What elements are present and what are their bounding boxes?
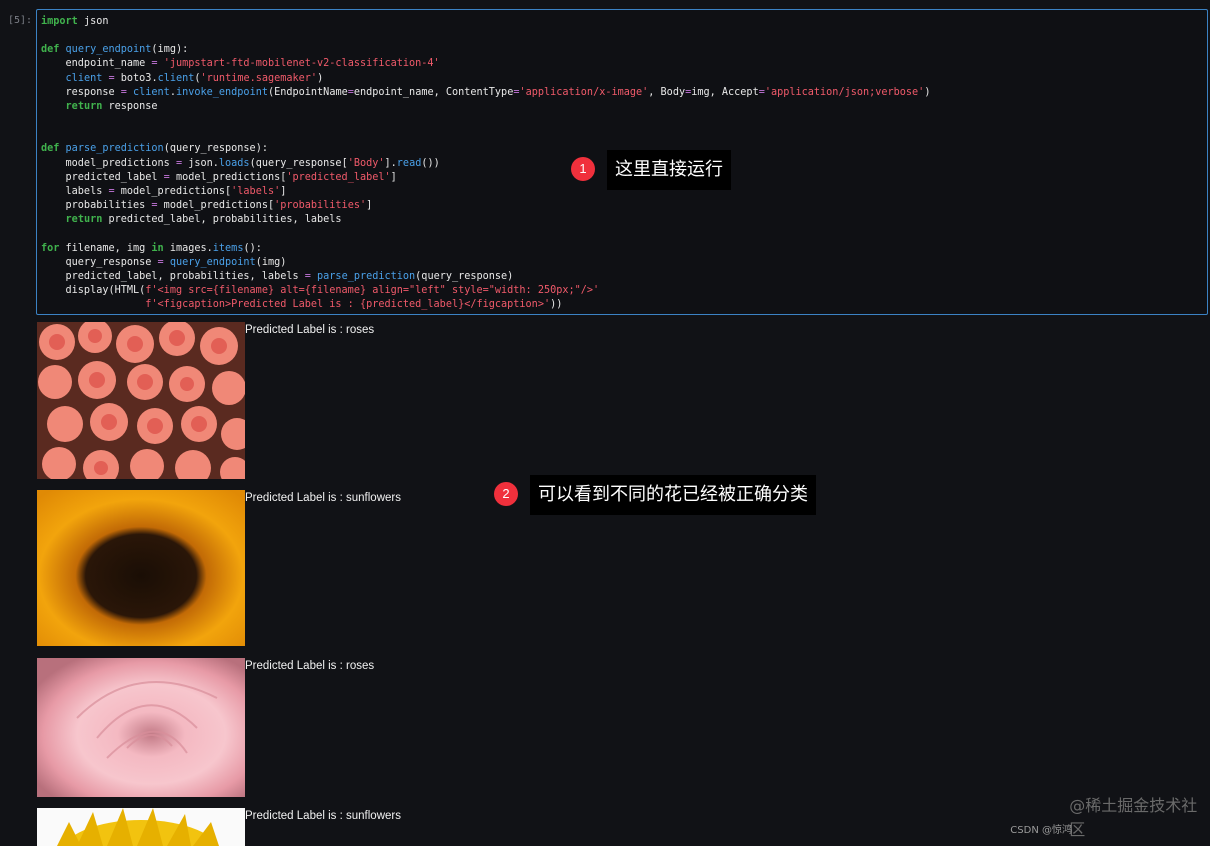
- watermark-main: @稀土掘金技术社区: [1069, 796, 1198, 839]
- annotation-badge: 1: [571, 157, 595, 181]
- code-editor[interactable]: import json def query_endpoint(img): end…: [41, 15, 930, 312]
- pink-rose-closeup-image: [37, 658, 245, 797]
- output-image-roses-1: [37, 322, 245, 479]
- watermark-small: CSDN @惊鸿: [1010, 825, 1072, 836]
- prediction-caption: Predicted Label is : sunflowers: [245, 492, 401, 504]
- sunflower-closeup-image: [37, 490, 245, 646]
- output-image-sunflowers-1: [37, 490, 245, 646]
- watermark: @稀土掘金技术社区 CSDN @惊鸿: [1010, 792, 1200, 840]
- output-image-roses-2: [37, 658, 245, 797]
- prediction-caption: Predicted Label is : sunflowers: [245, 810, 401, 822]
- prediction-caption: Predicted Label is : roses: [245, 324, 375, 336]
- sunflower-partial-image: [37, 808, 245, 846]
- annotation-note: 可以看到不同的花已经被正确分类: [530, 475, 816, 515]
- prediction-caption: Predicted Label is : roses: [245, 660, 375, 672]
- cell-execution-count: [5]:: [8, 15, 33, 26]
- annotation-note: 这里直接运行: [607, 150, 731, 190]
- output-image-sunflowers-2: [37, 808, 245, 846]
- pink-roses-bouquet-image: [37, 322, 245, 479]
- annotation-badge: 2: [494, 482, 518, 506]
